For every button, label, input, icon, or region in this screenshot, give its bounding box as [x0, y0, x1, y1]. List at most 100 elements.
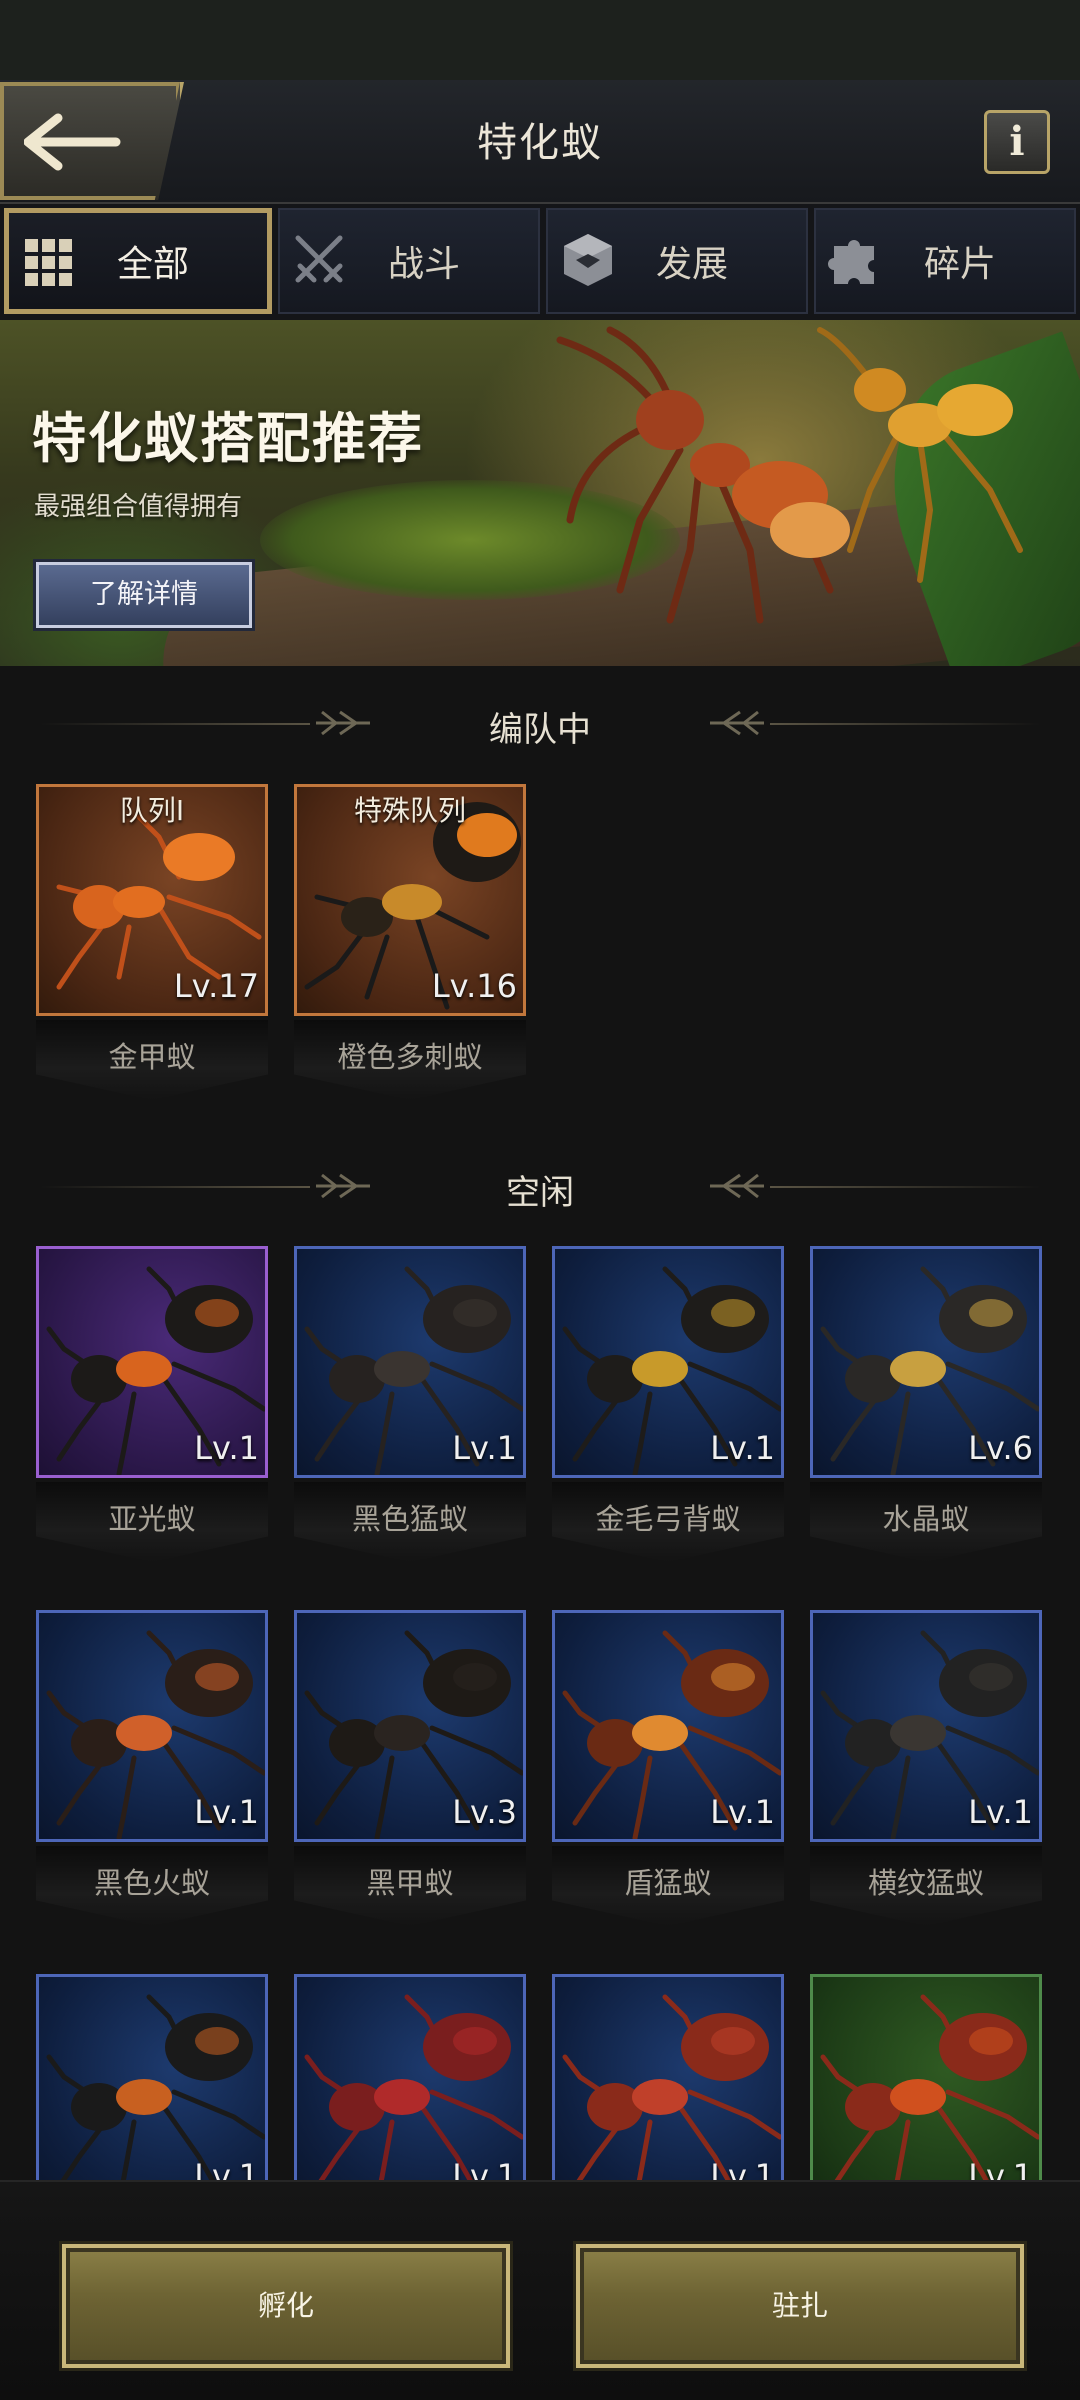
- queue-label: 特殊队列: [353, 794, 466, 827]
- ant-card[interactable]: Lv.1 黑色猛蚁: [294, 1246, 526, 1562]
- cube-icon: [564, 234, 612, 286]
- ant-portrait: Lv.1: [552, 1610, 784, 1842]
- tab-label: 发展: [655, 244, 728, 285]
- status-bar: [0, 0, 1080, 80]
- level-label: Lv.1: [710, 1429, 775, 1467]
- level-label: Lv.1: [194, 2157, 259, 2180]
- level-label: Lv.1: [194, 1429, 259, 1467]
- level-label: Lv.6: [968, 1429, 1033, 1467]
- name-plate: 横纹猛蚁: [810, 1846, 1042, 1926]
- ant-illustration: [820, 1994, 1039, 2180]
- ant-portrait: Lv.1: [294, 1974, 526, 2180]
- ant-name: 水晶蚁: [882, 1502, 970, 1536]
- name-plate: 金毛弓背蚁: [552, 1482, 784, 1562]
- ant-card[interactable]: Lv.6 水晶蚁: [810, 1246, 1042, 1562]
- ant-portrait: Lv.1: [552, 1246, 784, 1478]
- tab-develop[interactable]: 发展: [546, 208, 808, 314]
- tab-label: 全部: [116, 244, 189, 285]
- ant-card[interactable]: 队列Ⅰ Lv.17 金甲蚁: [36, 784, 268, 1100]
- puzzle-icon: [828, 240, 874, 284]
- ant-portrait: Lv.6: [810, 1246, 1042, 1478]
- name-plate: 水晶蚁: [810, 1482, 1042, 1562]
- ant-card[interactable]: Lv.3 黑甲蚁: [294, 1610, 526, 1926]
- ant-card[interactable]: Lv.1 金毛弓背蚁: [552, 1246, 784, 1562]
- queue-label: 队列Ⅰ: [119, 794, 185, 827]
- ant-card[interactable]: Lv.1 盾猛蚁: [552, 1610, 784, 1926]
- level-label: Lv.1: [452, 1429, 517, 1467]
- ant-portrait: Lv.1: [36, 1610, 268, 1842]
- idle-ant-grid: Lv.1 亚光蚁 Lv.1 黑色猛蚁 Lv.1 金毛弓背蚁 Lv.6 水晶蚁 Lv.1 黑色火蚁 L…: [0, 1246, 1080, 2180]
- ant-name: 橙色多刺蚁: [337, 1040, 483, 1074]
- name-plate: 黑色猛蚁: [294, 1482, 526, 1562]
- name-plate: 盾猛蚁: [552, 1846, 784, 1926]
- ant-portrait: Lv.1: [294, 1246, 526, 1478]
- ant-card[interactable]: Lv.1 横纹猛蚁: [810, 1610, 1042, 1926]
- section-header-formation: 编队中: [0, 694, 1080, 754]
- ant-name: 金甲蚁: [108, 1040, 196, 1074]
- bottom-action-bar: 孵化 驻扎: [0, 2180, 1080, 2400]
- section-header-idle: 空闲: [0, 1157, 1080, 1217]
- top-bar: 特化蚁 i: [0, 80, 1080, 204]
- info-button[interactable]: i: [984, 110, 1050, 174]
- ant-card[interactable]: 特殊队列 Lv.16 橙色多刺蚁: [294, 784, 526, 1100]
- ant-illustration: [46, 1994, 265, 2180]
- divider-line: [770, 723, 1040, 725]
- ant-card[interactable]: Lv.1: [810, 1974, 1042, 2180]
- ant-portrait: Lv.1: [36, 1974, 268, 2180]
- level-label: Lv.1: [968, 1793, 1033, 1831]
- level-label: Lv.1: [968, 2157, 1033, 2180]
- ant-name: 黑色猛蚁: [351, 1502, 468, 1536]
- name-plate: 亚光蚁: [36, 1482, 268, 1562]
- ant-name: 横纹猛蚁: [867, 1866, 984, 1900]
- page-title: 特化蚁: [477, 120, 603, 166]
- ant-portrait: Lv.1: [36, 1246, 268, 1478]
- section-title: 编队中: [489, 710, 591, 750]
- ant-portrait: Lv.1: [552, 1974, 784, 2180]
- ant-card[interactable]: Lv.1: [552, 1974, 784, 2180]
- banner-title: 特化蚁搭配推荐: [32, 407, 424, 470]
- ant-name: 黑甲蚁: [366, 1866, 454, 1900]
- level-label: Lv.16: [431, 967, 517, 1005]
- promo-banner[interactable]: 特化蚁搭配推荐 最强组合值得拥有 了解详情: [0, 320, 1080, 666]
- banner-subtitle: 最强组合值得拥有: [34, 492, 243, 522]
- banner-ants-illustration: [556, 326, 1023, 624]
- ant-portrait: Lv.1: [810, 1974, 1042, 2180]
- ant-portrait: 特殊队列 Lv.16: [294, 784, 526, 1016]
- name-plate: 黑色火蚁: [36, 1846, 268, 1926]
- level-label: Lv.3: [452, 1793, 517, 1831]
- learn-more-button[interactable]: 了解详情: [36, 562, 252, 628]
- ant-illustration: [562, 1994, 781, 2180]
- station-button[interactable]: 驻扎: [576, 2244, 1024, 2368]
- ant-name: 金毛弓背蚁: [595, 1502, 741, 1536]
- ant-portrait: 队列Ⅰ Lv.17: [36, 784, 268, 1016]
- hatch-button[interactable]: 孵化: [62, 2244, 510, 2368]
- level-label: Lv.17: [173, 967, 259, 1005]
- level-label: Lv.1: [710, 1793, 775, 1831]
- level-label: Lv.1: [194, 1793, 259, 1831]
- grid-icon: [25, 239, 72, 286]
- ant-card[interactable]: Lv.1: [294, 1974, 526, 2180]
- level-label: Lv.1: [452, 2157, 517, 2180]
- tab-battle[interactable]: 战斗: [278, 208, 540, 314]
- tab-all[interactable]: 全部: [4, 208, 272, 314]
- ant-name: 亚光蚁: [108, 1502, 196, 1536]
- ant-name: 盾猛蚁: [624, 1866, 712, 1900]
- ant-card[interactable]: Lv.1 黑色火蚁: [36, 1610, 268, 1926]
- ant-portrait: Lv.3: [294, 1610, 526, 1842]
- ant-name: 黑色火蚁: [93, 1866, 210, 1900]
- section-title: 空闲: [506, 1173, 574, 1213]
- tab-label: 战斗: [387, 244, 460, 285]
- level-label: Lv.1: [710, 2157, 775, 2180]
- name-plate: 金甲蚁: [36, 1020, 268, 1100]
- ant-card[interactable]: Lv.1: [36, 1974, 268, 2180]
- divider-line: [770, 1186, 1040, 1188]
- tab-label: 碎片: [923, 244, 996, 285]
- tab-fragments[interactable]: 碎片: [814, 208, 1076, 314]
- ant-card[interactable]: Lv.1 亚光蚁: [36, 1246, 268, 1562]
- ant-illustration: [304, 1994, 523, 2180]
- swords-icon: [295, 235, 343, 283]
- tab-bar: 全部 战斗 发展 碎片: [0, 204, 1080, 320]
- name-plate: 橙色多刺蚁: [294, 1020, 526, 1100]
- name-plate: 黑甲蚁: [294, 1846, 526, 1926]
- ant-portrait: Lv.1: [810, 1610, 1042, 1842]
